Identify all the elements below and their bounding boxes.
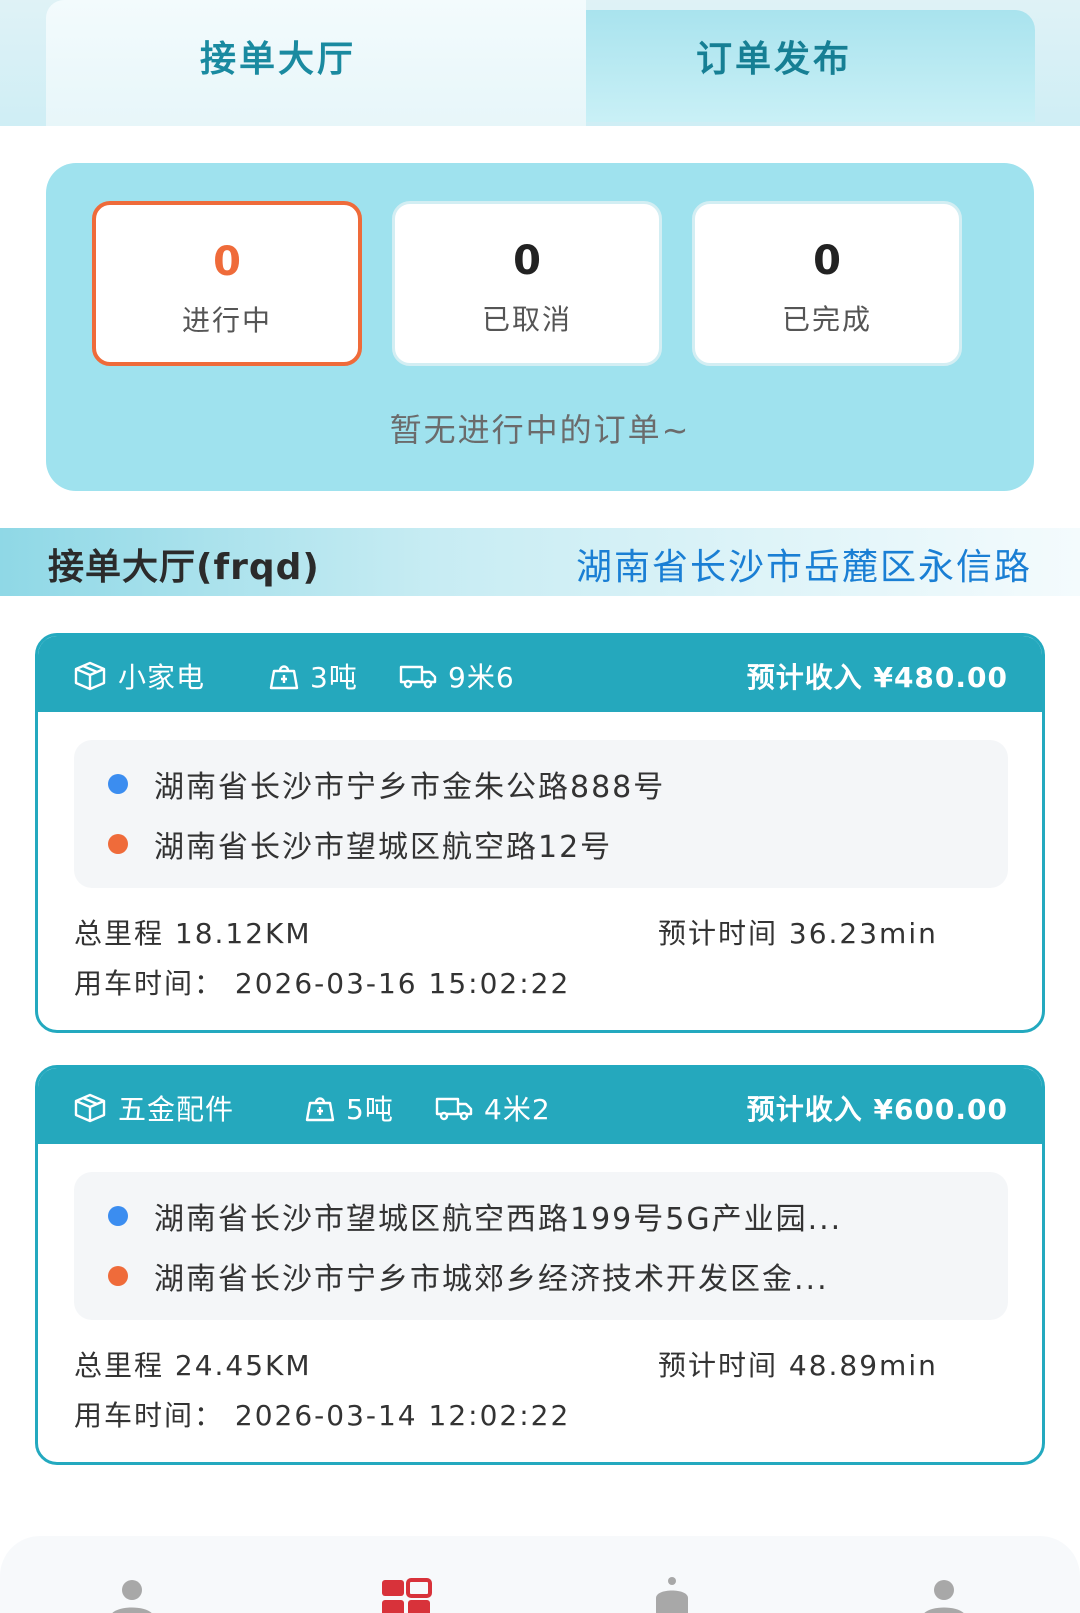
destination-address: 湖南省长沙市宁乡市城郊乡经济技术开发区金...: [154, 1262, 829, 1297]
route-origin: 湖南省长沙市望城区航空西路199号5G产业园...: [108, 1194, 842, 1238]
destination-dot-icon: [108, 1266, 128, 1286]
stat-completed[interactable]: 0 已完成: [692, 201, 962, 366]
estimated-time: 预计时间 36.23min: [658, 917, 938, 950]
cargo-type: 小家电: [72, 656, 205, 696]
order-stats-card: 0 进行中 0 已取消 0 已完成 暂无进行中的订单~: [46, 163, 1034, 491]
top-tab-bar: 接单大厅 订单发布: [0, 0, 1080, 126]
truck-icon: [434, 1094, 474, 1122]
stat-cancelled-count: 0: [513, 238, 541, 284]
box-icon: [72, 660, 108, 692]
cargo-weight-text: 5吨: [346, 1093, 394, 1126]
destination-dot-icon: [108, 834, 128, 854]
person-icon[interactable]: [104, 1578, 164, 1613]
vehicle-use-time: 用车时间： 2026-03-14 12:02:22: [74, 1399, 571, 1432]
estimated-time: 预计时间 48.89min: [658, 1349, 938, 1382]
order-card-header: 小家电 3吨 9米6 预计收入 ¥480.00: [38, 636, 1042, 712]
origin-address: 湖南省长沙市宁乡市金朱公路888号: [154, 770, 666, 805]
stat-in-progress-label: 进行中: [181, 304, 272, 337]
cargo-weight: 5吨: [304, 1088, 394, 1128]
truck-icon: [398, 662, 438, 690]
route-origin: 湖南省长沙市宁乡市金朱公路888号: [108, 762, 665, 806]
vehicle-length: 9米6: [398, 656, 515, 696]
vehicle-length-text: 9米6: [448, 661, 515, 694]
stat-completed-label: 已完成: [781, 303, 872, 336]
empty-orders-message: 暂无进行中的订单~: [389, 411, 691, 449]
weight-icon: [304, 1093, 336, 1123]
total-distance: 总里程 18.12KM: [74, 917, 312, 950]
section-title: 接单大厅(frqd): [48, 547, 320, 588]
tab-order-publish-label[interactable]: 订单发布: [696, 30, 852, 82]
weight-icon: [268, 661, 300, 691]
order-card[interactable]: 小家电 3吨 9米6 预计收入 ¥480.00 湖南省长沙市宁乡市金朱公路888…: [35, 633, 1045, 1033]
destination-address: 湖南省长沙市望城区航空路12号: [154, 830, 613, 865]
cargo-type: 五金配件: [72, 1088, 234, 1128]
stat-in-progress-count: 0: [213, 239, 241, 285]
stat-completed-count: 0: [813, 238, 841, 284]
grid-icon[interactable]: [380, 1578, 440, 1613]
stat-in-progress[interactable]: 0 进行中: [92, 201, 362, 366]
stat-cancelled-label: 已取消: [481, 303, 572, 336]
tab-order-hall-label[interactable]: 接单大厅: [200, 30, 356, 82]
order-card[interactable]: 五金配件 5吨 4米2 预计收入 ¥600.00 湖南省长沙市望城区航空西路19…: [35, 1065, 1045, 1465]
cargo-weight: 3吨: [268, 656, 358, 696]
vehicle-use-time: 用车时间： 2026-03-16 15:02:22: [74, 967, 571, 1000]
cargo-type-text: 五金配件: [118, 1093, 235, 1126]
origin-address: 湖南省长沙市望城区航空西路199号5G产业园...: [154, 1202, 843, 1237]
stat-cancelled[interactable]: 0 已取消: [392, 201, 662, 366]
vehicle-length-text: 4米2: [484, 1093, 551, 1126]
expected-income: 预计收入 ¥480.00: [746, 661, 1008, 694]
profile-icon[interactable]: [916, 1578, 976, 1613]
box-icon: [72, 1092, 108, 1124]
section-header: 接单大厅(frqd) 湖南省长沙市岳麓区永信路: [0, 528, 1080, 596]
bottom-nav-bar: [0, 1536, 1080, 1613]
vehicle-length: 4米2: [434, 1088, 551, 1128]
cargo-type-text: 小家电: [118, 661, 206, 694]
route-destination: 湖南省长沙市宁乡市城郊乡经济技术开发区金...: [108, 1254, 829, 1298]
bell-icon[interactable]: [648, 1576, 708, 1613]
route-box: 湖南省长沙市望城区航空西路199号5G产业园... 湖南省长沙市宁乡市城郊乡经济…: [74, 1172, 1008, 1320]
origin-dot-icon: [108, 774, 128, 794]
app-page: 接单大厅 订单发布 0 进行中 0 已取消 0 已完成 暂无进行中的订单~ 接单…: [0, 0, 1080, 1613]
current-location[interactable]: 湖南省长沙市岳麓区永信路: [576, 538, 1032, 590]
order-card-header: 五金配件 5吨 4米2 预计收入 ¥600.00: [38, 1068, 1042, 1144]
route-destination: 湖南省长沙市望城区航空路12号: [108, 822, 612, 866]
cargo-weight-text: 3吨: [310, 661, 358, 694]
origin-dot-icon: [108, 1206, 128, 1226]
total-distance: 总里程 24.45KM: [74, 1349, 312, 1382]
expected-income: 预计收入 ¥600.00: [746, 1093, 1008, 1126]
route-box: 湖南省长沙市宁乡市金朱公路888号 湖南省长沙市望城区航空路12号: [74, 740, 1008, 888]
